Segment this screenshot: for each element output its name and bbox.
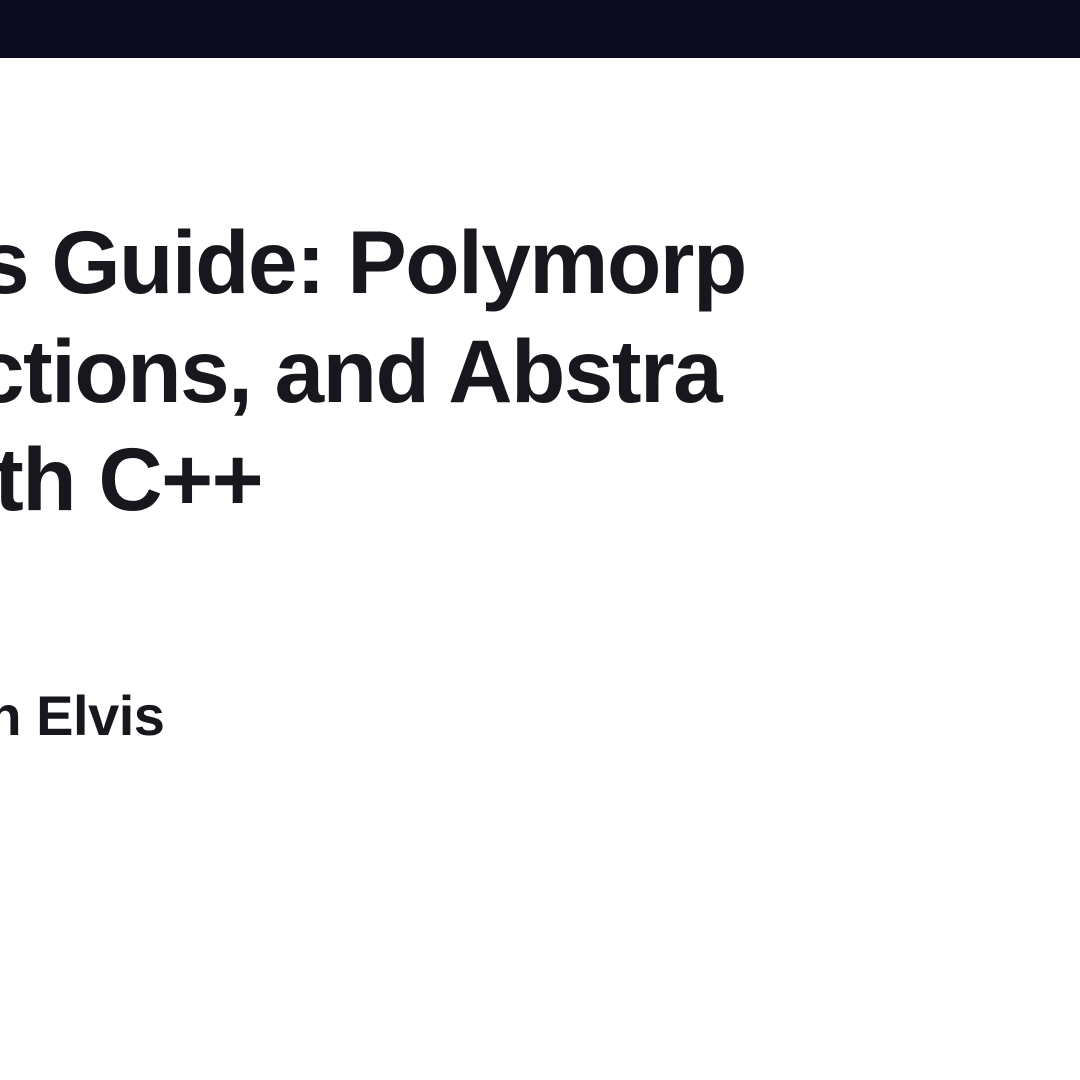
author-name[interactable]: u Boahen Elvis [0, 684, 1080, 748]
top-nav-bar [0, 0, 1080, 58]
title-line-1: inners Guide: Polymorp [0, 212, 746, 312]
article-title: inners Guide: Polymorp l Functions, and … [0, 208, 1080, 534]
author-block: u Boahen Elvis 9 [0, 684, 1080, 808]
article-header: inners Guide: Polymorp l Functions, and … [0, 58, 1080, 808]
title-line-3: es With C++ [0, 429, 262, 529]
title-line-2: l Functions, and Abstra [0, 321, 721, 421]
article-meta: 9 [0, 750, 1080, 808]
